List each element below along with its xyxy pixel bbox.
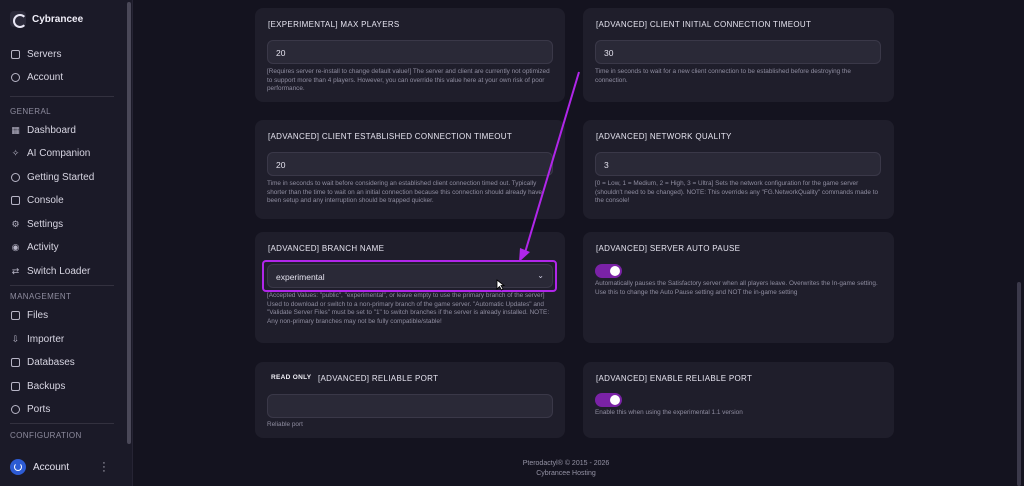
activity-icon: ◉ [11,241,20,252]
sidebar-item-label: Activity [27,241,59,253]
sidebar-item-settings[interactable]: ⚙ Settings [11,217,63,231]
sidebar-item-servers[interactable]: Servers [11,47,61,61]
help-text: Reliable port [267,421,303,428]
help-text: [0 = Low, 1 = Medium, 2 = High, 3 = Ultr… [595,180,879,204]
highlight-box [262,260,557,292]
server-auto-pause-toggle[interactable] [595,264,622,278]
card-title: [ADVANCED] ENABLE RELIABLE PORT [596,374,753,383]
ports-icon [11,404,20,414]
sidebar-item-label: Account [27,71,64,83]
sidebar-item-ports[interactable]: Ports [11,402,50,416]
client-established-timeout-input[interactable]: 20 [267,152,553,176]
sidebar-item-activity[interactable]: ◉ Activity [11,240,59,254]
divider [10,423,114,424]
card-title: [ADVANCED] SERVER AUTO PAUSE [596,244,741,253]
brand-name: Cybrancee [32,13,84,25]
client-initial-timeout-input[interactable]: 30 [595,40,881,64]
sidebar-item-label: Ports [27,403,51,415]
cybrancee-logo-icon [10,11,27,28]
more-options-icon[interactable]: · · · [102,458,106,477]
account-icon [11,72,20,82]
divider [10,96,114,97]
card-reliable-port: READ ONLY [ADVANCED] RELIABLE PORT Relia… [255,362,565,438]
servers-icon [11,49,20,59]
rocket-icon [11,172,20,182]
footer-copyright: Pterodactyl® © 2015 - 2026 [522,460,610,467]
help-text: Time in seconds to wait for a new client… [595,68,851,84]
sidebar-item-label: Files [27,309,49,321]
card-title: [ADVANCED] BRANCH NAME [268,244,385,253]
sidebar-item-label: Console [27,194,64,206]
mouse-cursor-icon [496,279,505,291]
databases-icon [11,357,20,367]
max-players-input[interactable]: 20 [267,40,553,64]
reliable-port-input [267,394,553,418]
card-title: [ADVANCED] CLIENT INITIAL CONNECTION TIM… [596,20,812,29]
sidebar-item-label: Servers [27,48,62,60]
sidebar-scrollbar[interactable] [127,2,131,444]
sidebar-item-console[interactable]: Console [11,193,64,207]
section-management-label: MANAGEMENT [10,292,72,301]
sidebar-item-switch-loader[interactable]: ⇄ Switch Loader [11,264,91,278]
card-network-quality: [ADVANCED] NETWORK QUALITY 3 [0 = Low, 1… [583,120,894,219]
sidebar-item-label: Backups [27,380,66,392]
help-text: [Requires server re-install to change de… [267,68,550,92]
sidebar-item-getting-started[interactable]: Getting Started [11,170,94,184]
card-enable-reliable-port: [ADVANCED] ENABLE RELIABLE PORT Enable t… [583,362,894,438]
help-text: [Accepted Values: "public", "experimenta… [267,292,550,325]
enable-reliable-port-toggle[interactable] [595,393,622,407]
divider [10,285,114,286]
card-client-initial-timeout: [ADVANCED] CLIENT INITIAL CONNECTION TIM… [583,8,894,102]
avatar [10,459,26,475]
sidebar-item-label: Getting Started [27,171,95,183]
console-icon [11,195,20,205]
files-icon [11,310,20,320]
card-client-established-timeout: [ADVANCED] CLIENT ESTABLISHED CONNECTION… [255,120,565,219]
sidebar-item-label: AI Companion [27,147,91,159]
brand[interactable]: Cybrancee [10,11,84,28]
sidebar-item-databases[interactable]: Databases [11,355,75,369]
help-text: Time in seconds to wait before consideri… [267,180,542,204]
sidebar-item-dashboard[interactable]: ▦ Dashboard [11,123,76,137]
sidebar-item-importer[interactable]: ⇩ Importer [11,332,65,346]
switch-icon: ⇄ [11,265,20,276]
sidebar-item-account[interactable]: Account [11,70,63,84]
sidebar-item-files[interactable]: Files [11,308,48,322]
read-only-badge: READ ONLY [271,374,312,381]
settings-icon: ⚙ [11,218,20,229]
footer-host: Cybrancee Hosting [536,470,596,477]
dashboard-icon: ▦ [11,124,20,135]
account-label: Account [33,461,70,473]
network-quality-input[interactable]: 3 [595,152,881,176]
importer-icon: ⇩ [11,333,20,344]
page-scrollbar[interactable] [1017,282,1021,486]
sidebar-item-label: Dashboard [27,124,76,136]
sidebar-item-backups[interactable]: Backups [11,379,65,393]
account-menu[interactable]: Account [10,459,69,475]
help-text: Enable this when using the experimental … [595,409,743,416]
card-max-players: [EXPERIMENTAL] MAX PLAYERS 20 [Requires … [255,8,565,102]
backups-icon [11,381,20,391]
sidebar-item-label: Switch Loader [27,265,91,277]
ai-companion-icon: ✧ [11,147,20,158]
card-title: [ADVANCED] CLIENT ESTABLISHED CONNECTION… [268,132,513,141]
section-configuration-label: CONFIGURATION [10,431,82,440]
sidebar-item-ai-companion[interactable]: ✧ AI Companion [11,146,91,160]
card-title: [ADVANCED] RELIABLE PORT [318,374,439,383]
card-server-auto-pause: [ADVANCED] SERVER AUTO PAUSE Automatical… [583,232,894,343]
sidebar-item-label: Settings [27,218,64,230]
sidebar-item-label: Importer [27,333,65,345]
sidebar-item-label: Databases [27,356,75,368]
card-title: [ADVANCED] NETWORK QUALITY [596,132,732,141]
section-general-label: GENERAL [10,107,52,116]
card-title: [EXPERIMENTAL] MAX PLAYERS [268,20,400,29]
help-text: Automatically pauses the Satisfactory se… [595,280,878,296]
sidebar: Cybrancee Servers Account GENERAL ▦ Dash… [0,0,133,486]
